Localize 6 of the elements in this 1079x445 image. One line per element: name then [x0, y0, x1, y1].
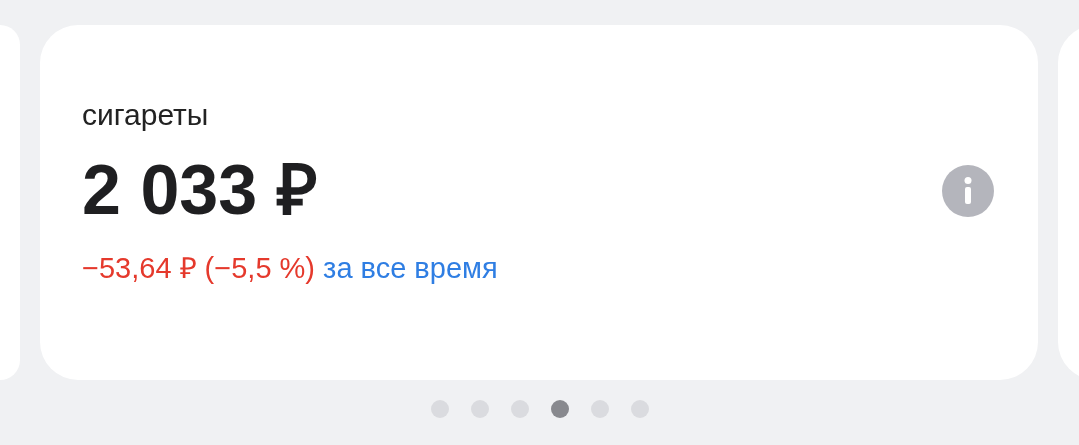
category-title: сигареты [82, 97, 210, 133]
info-icon[interactable] [942, 165, 994, 217]
period-link[interactable]: за все время [323, 252, 498, 284]
change-value: −53,64 ₽ (−5,5 %) [82, 252, 316, 284]
amount: 2 033 ₽ [82, 155, 318, 225]
page-dot[interactable] [550, 400, 569, 418]
